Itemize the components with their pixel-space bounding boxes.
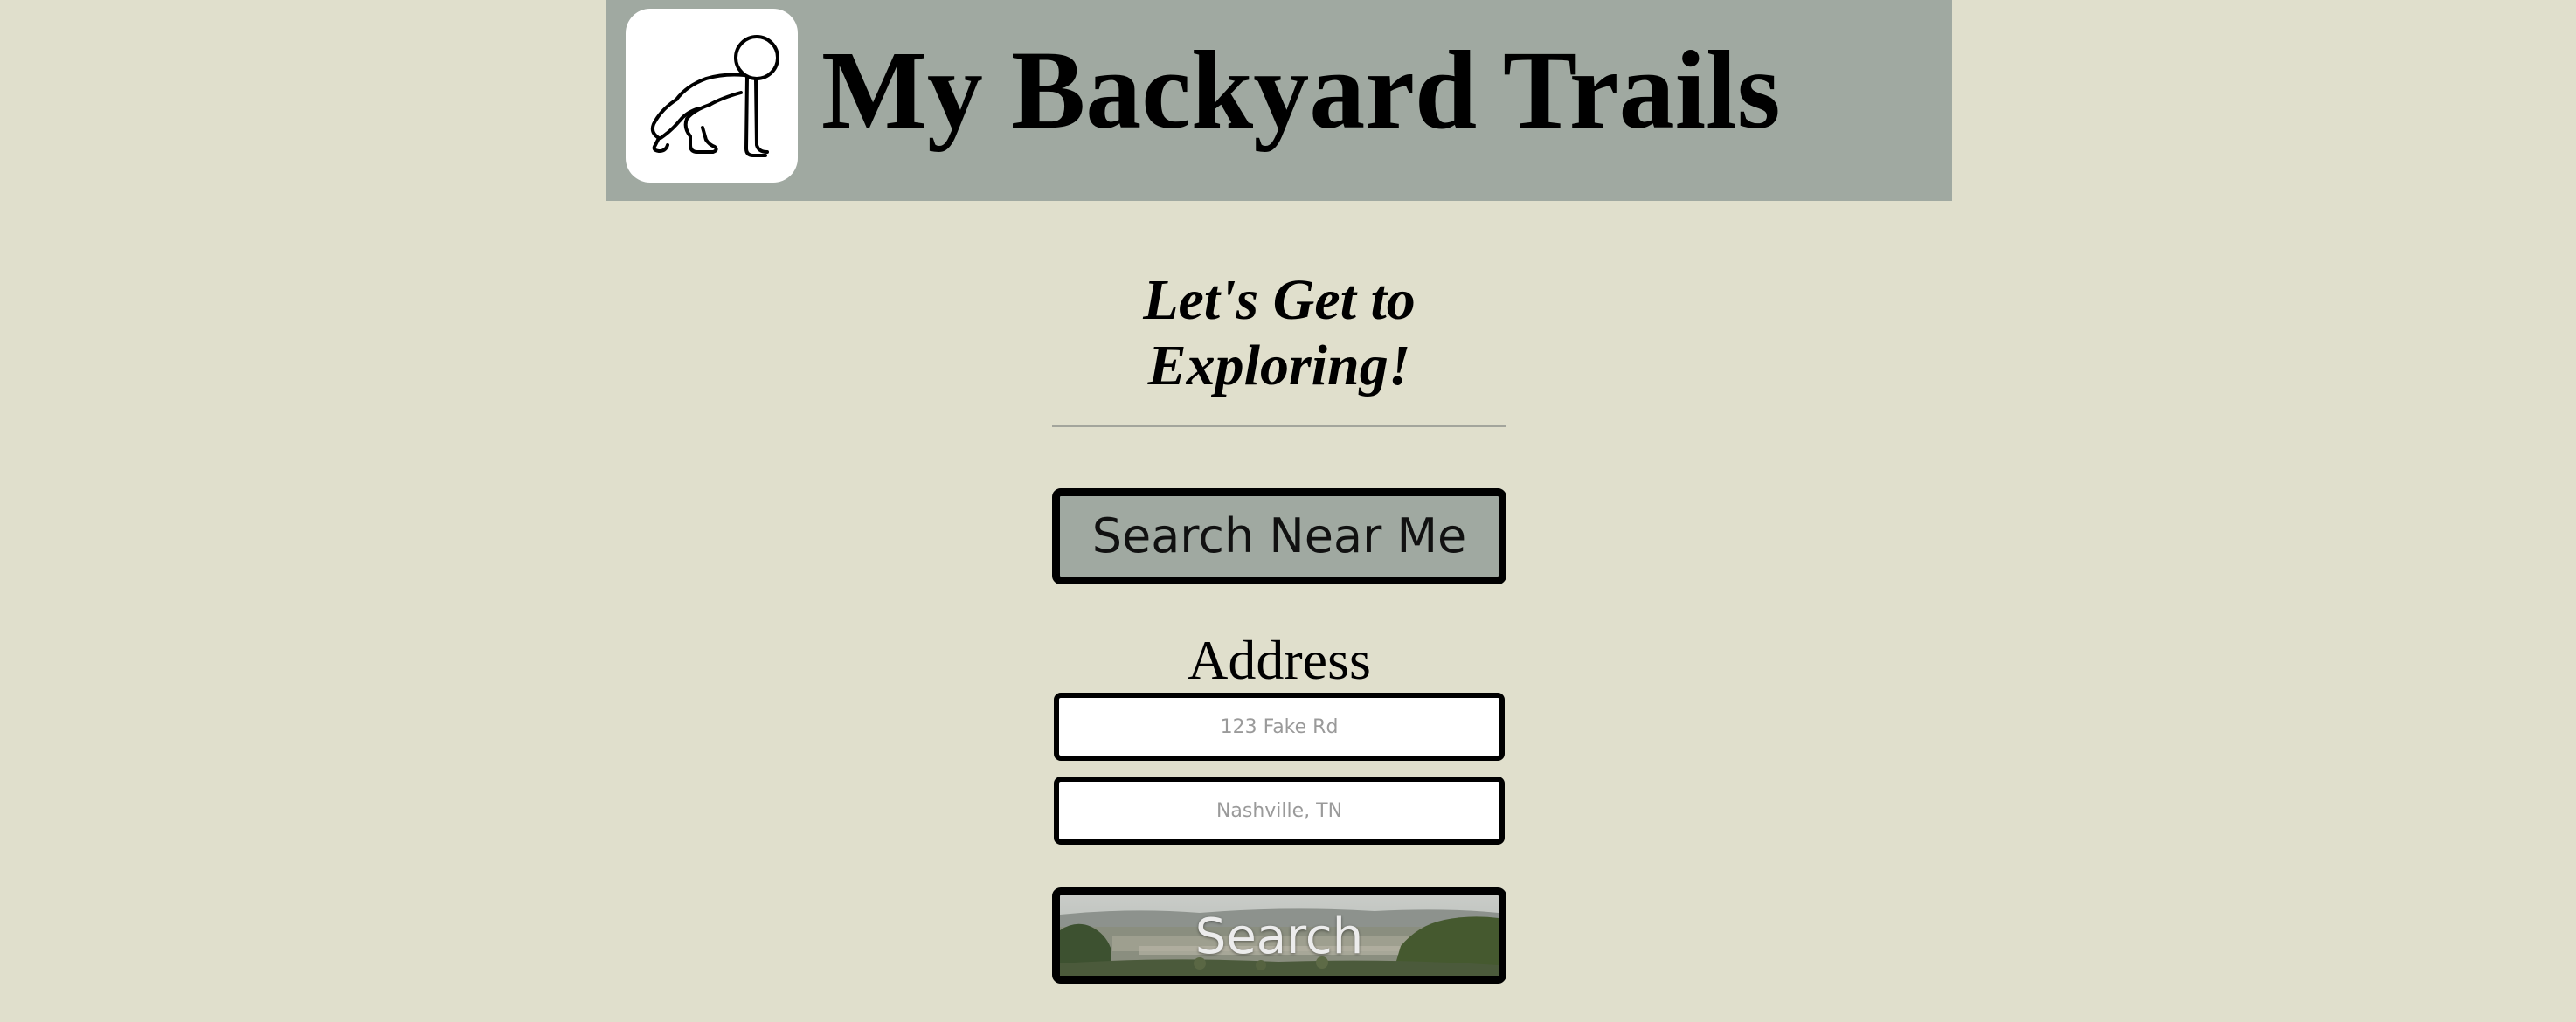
site-title: My Backyard Trails xyxy=(821,28,1781,152)
search-button[interactable]: Search xyxy=(1052,887,1506,984)
crawling-figure-icon xyxy=(650,35,779,157)
site-header: My Backyard Trails xyxy=(606,0,1952,201)
tagline-line-1: Let's Get to xyxy=(1143,268,1416,332)
site-logo[interactable] xyxy=(626,9,798,183)
street-address-input[interactable] xyxy=(1054,693,1505,761)
section-divider xyxy=(1052,425,1506,427)
search-near-me-button[interactable]: Search Near Me xyxy=(1052,488,1506,584)
search-button-label: Search xyxy=(1195,908,1364,965)
tagline: Let's Get to Exploring! xyxy=(1052,267,1506,398)
city-state-input[interactable] xyxy=(1054,777,1505,845)
address-label: Address xyxy=(1188,629,1371,691)
tagline-line-2: Exploring! xyxy=(1147,334,1411,397)
